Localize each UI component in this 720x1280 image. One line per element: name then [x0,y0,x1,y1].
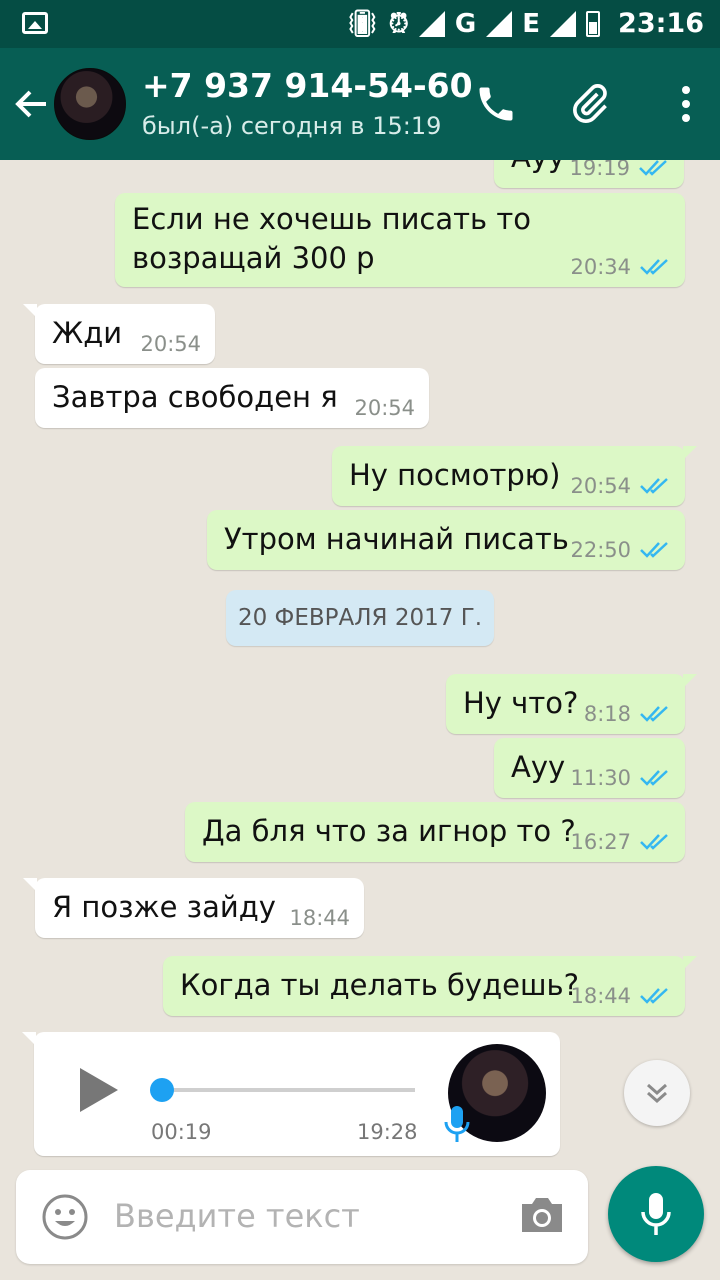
battery-icon [586,11,600,37]
message-bubble-outgoing[interactable]: Ауу 19:19 [494,160,684,188]
read-ticks-icon [639,160,667,176]
network-g-label: G [454,9,477,39]
voice-progress-track[interactable] [162,1088,415,1092]
voice-time: 19:28 [357,1120,418,1144]
message-bubble-outgoing[interactable]: Когда ты делать будешь? 18:44 [163,956,697,1016]
alarm-icon: ⏰︎ [388,8,409,39]
network-e-label: E [522,9,540,39]
read-ticks-icon [640,770,668,786]
message-bubble-outgoing[interactable]: Если не хочешь писать то возращай 300 р … [115,193,685,287]
message-bubble-incoming[interactable]: Жди 20:54 [23,304,215,364]
message-time: 20:54 [354,396,415,420]
read-ticks-icon [640,834,668,850]
message-input[interactable]: Введите текст [114,1197,360,1235]
message-bubble-incoming[interactable]: Я позже зайду 18:44 [23,878,364,938]
mic-icon [444,1106,470,1142]
camera-icon[interactable] [518,1194,566,1236]
message-time: 8:18 [583,702,631,726]
message-text: Ну посмотрю) [349,458,561,492]
message-time: 16:27 [570,830,631,854]
contact-name[interactable]: +7 937 914-54-60 [142,66,473,105]
message-meta: 20:54 [570,474,671,498]
message-text: Завтра свободен я [52,380,338,414]
message-meta: 22:50 [570,538,671,562]
gallery-notification-icon [22,12,48,34]
voice-message-bubble[interactable]: 00:19 19:28 [22,1032,560,1156]
message-bubble-outgoing[interactable]: Ну посмотрю) 20:54 [332,446,697,506]
status-time: 23:16 [618,8,704,39]
message-text: Ну что? [463,686,579,720]
last-seen-status: был(-а) сегодня в 15:19 [142,112,442,140]
signal-icon [486,11,513,37]
message-meta: 18:44 [289,906,350,930]
message-time: 19:19 [569,160,630,180]
message-time: 20:54 [140,332,201,356]
message-meta: 20:54 [354,396,415,420]
message-meta: 20:34 [570,255,671,279]
message-time: 18:44 [570,984,631,1008]
status-bar: 📳︎ ⏰︎ G E 23:16 [0,0,720,48]
read-ticks-icon [640,706,668,722]
message-time: 11:30 [570,766,631,790]
record-voice-button[interactable] [608,1166,704,1262]
message-text: Ауу [511,160,565,174]
message-meta: 18:44 [570,984,671,1008]
message-meta: 19:19 [569,160,670,180]
voice-progress-knob[interactable] [150,1078,174,1102]
message-bubble-outgoing[interactable]: Утром начинай писать 22:50 [207,510,685,570]
message-meta: 8:18 [584,702,671,726]
message-bubble-outgoing[interactable]: Да бля что за игнор то ? 16:27 [185,802,685,862]
emoji-icon[interactable] [42,1194,88,1240]
message-input-bar: Введите текст [16,1170,588,1264]
vibrate-icon: 📳︎ [345,9,379,39]
play-icon[interactable] [80,1068,118,1112]
read-ticks-icon [640,542,668,558]
message-time: 22:50 [570,538,631,562]
message-meta: 16:27 [570,830,671,854]
message-bubble-outgoing[interactable]: Ауу 11:30 [494,738,685,798]
paperclip-icon[interactable] [568,82,612,126]
voice-duration: 00:19 [151,1120,212,1144]
message-text: Утром начинай писать [224,522,569,556]
message-text: Ауу [511,750,566,784]
read-ticks-icon [640,259,668,275]
message-text: Да бля что за игнор то ? [202,814,576,848]
read-ticks-icon [640,478,668,494]
message-bubble-incoming[interactable]: Завтра свободен я 20:54 [35,368,429,428]
message-time: 18:44 [289,906,350,930]
message-meta: 11:30 [570,766,671,790]
message-text-line-1: Если не хочешь писать то [132,202,531,236]
message-text: Жди [52,316,123,350]
message-text: Я позже зайду [52,890,276,924]
read-ticks-icon [640,988,668,1004]
more-vert-icon[interactable] [682,86,690,122]
chevron-down-icon [647,1083,667,1104]
status-icons: 📳︎ ⏰︎ G E [346,8,600,40]
message-text-line-2: возращай 300 р [132,241,375,275]
chat-header: +7 937 914-54-60 был(-а) сегодня в 15:19 [0,48,720,160]
message-text: Когда ты делать будешь? [180,968,579,1002]
message-time: 20:34 [570,255,631,279]
mic-icon [641,1193,671,1235]
message-bubble-outgoing[interactable]: Ну что? 8:18 [446,674,697,734]
chat-area[interactable]: Ауу 19:19 Если не хочешь писать то возра… [0,160,720,1160]
date-separator: 20 ФЕВРАЛЯ 2017 Г. [226,590,494,646]
scroll-to-bottom-button[interactable] [624,1060,690,1126]
wifi-icon [418,11,445,37]
signal-icon-2 [550,11,576,37]
message-time: 20:54 [570,474,631,498]
phone-icon[interactable] [474,82,518,126]
back-arrow-icon[interactable] [14,86,50,127]
contact-avatar[interactable] [54,68,126,140]
message-meta: 20:54 [140,332,201,356]
